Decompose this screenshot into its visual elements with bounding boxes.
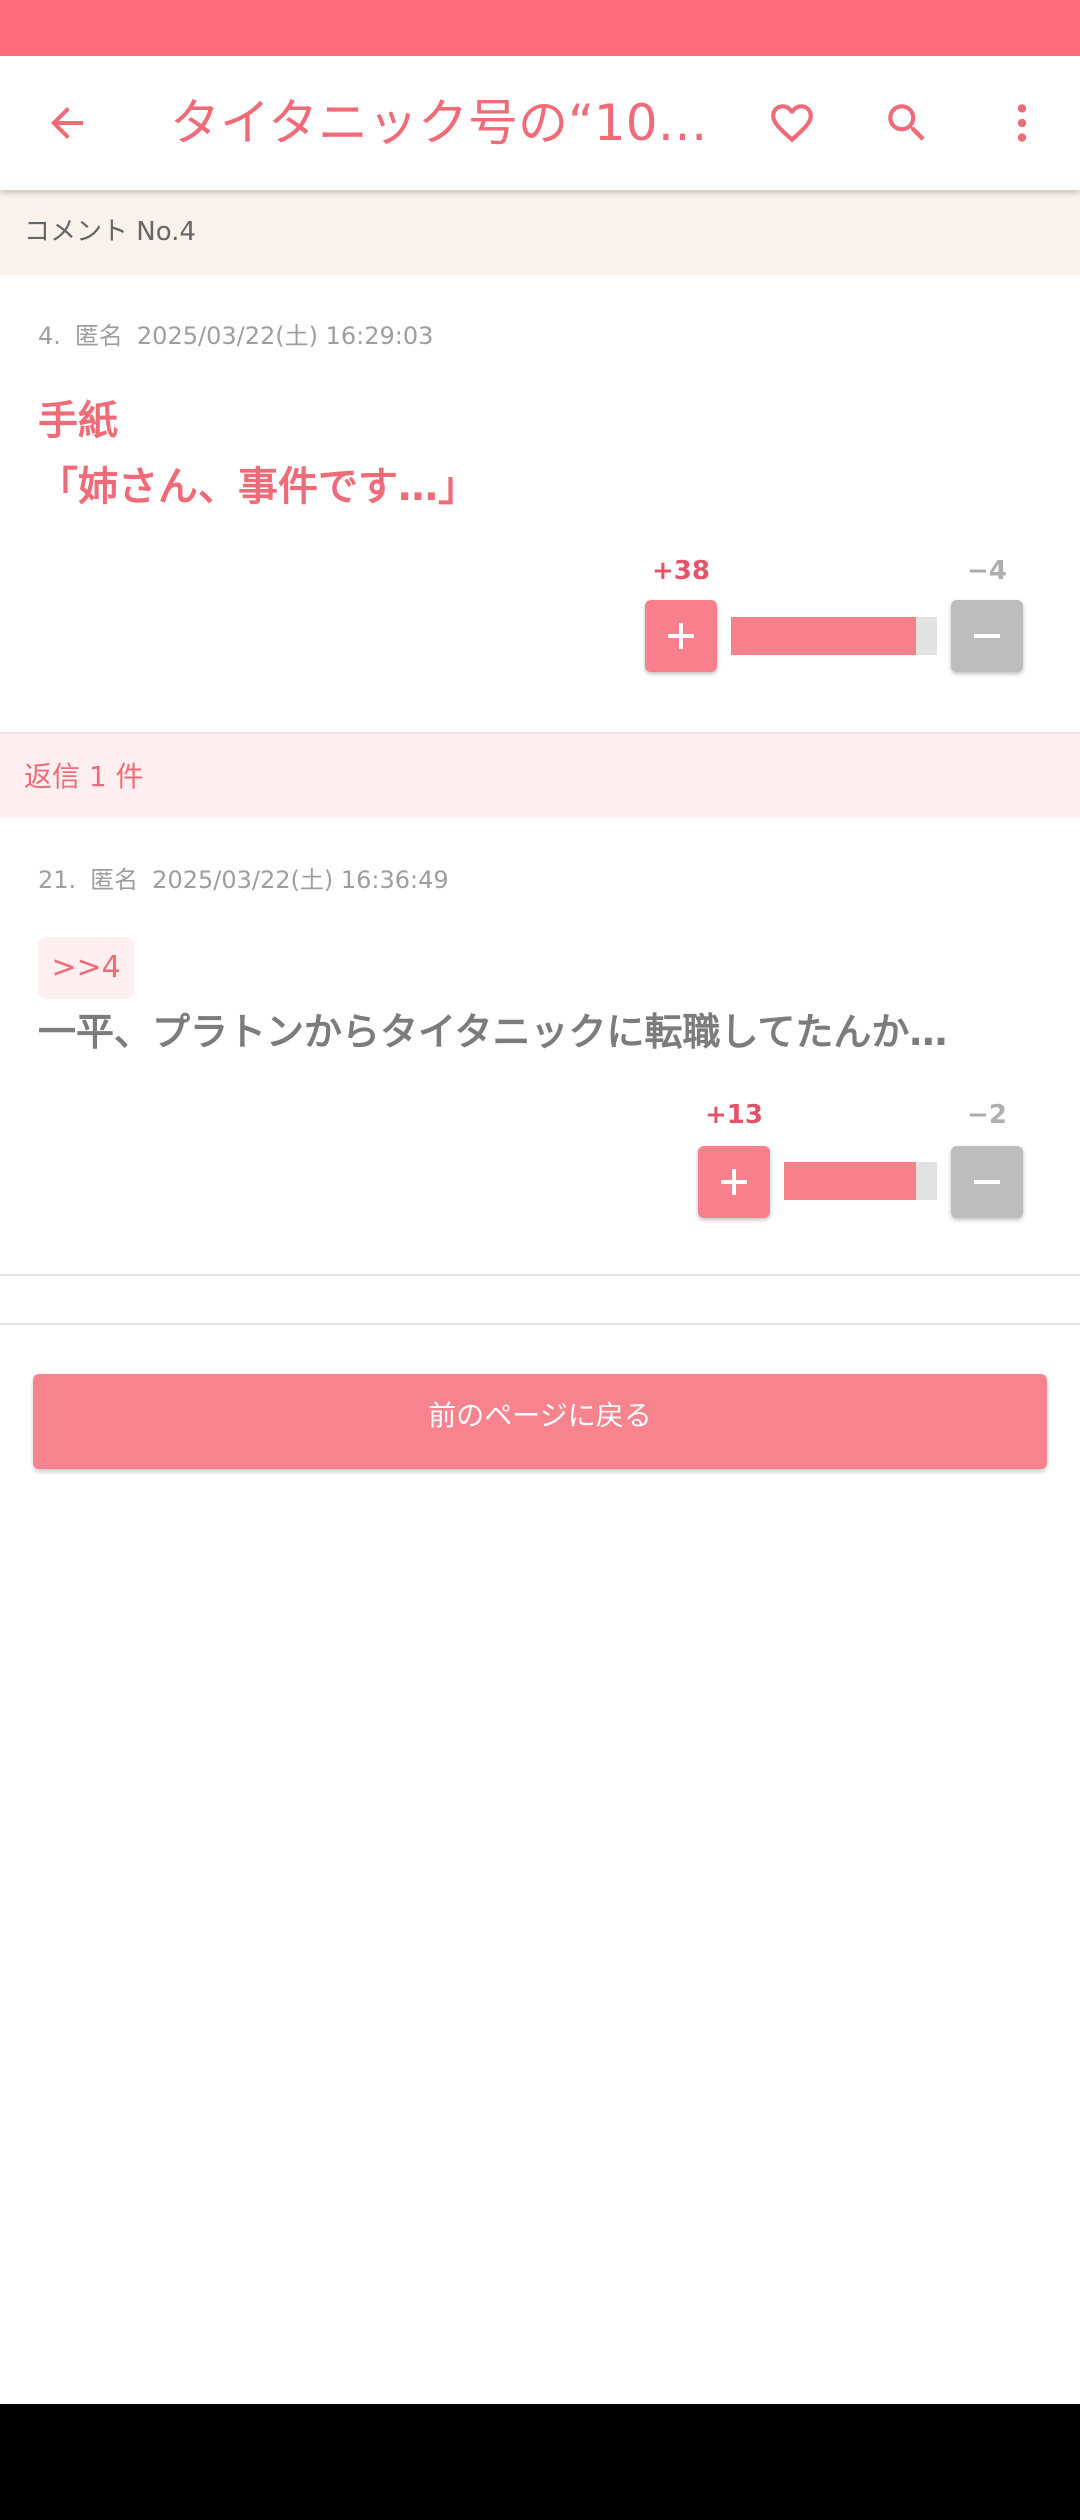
back-to-previous-page-button[interactable]: 前のページに戻る <box>33 1374 1047 1469</box>
heart-outline-icon <box>771 104 813 143</box>
vote-ratio-bar <box>784 1162 937 1200</box>
search-icon <box>888 104 925 141</box>
vote-ratio-bar <box>731 617 937 655</box>
arrow-back-icon <box>51 107 83 139</box>
plus-vote-button[interactable] <box>698 1146 770 1218</box>
reply-body: 一平、プラトンからタイタニックに転職してたんか… <box>38 1010 948 1054</box>
reply-datetime: 2025/03/22(土) 16:36:49 <box>152 866 449 894</box>
reply-author: 匿名 <box>90 866 139 894</box>
divider <box>0 1274 1080 1276</box>
comment-author: 匿名 <box>74 322 123 350</box>
status-bar <box>0 0 1080 56</box>
divider <box>0 1323 1080 1325</box>
plus-count: +13 <box>705 1100 763 1130</box>
more-options-button[interactable] <box>983 84 1061 162</box>
app-bar: タイタニック号の“10代… <box>0 56 1080 190</box>
favorite-button[interactable] <box>753 84 831 162</box>
plus-icon <box>721 1169 747 1195</box>
minus-vote-button[interactable] <box>951 1146 1023 1218</box>
plus-count: +38 <box>652 556 710 586</box>
back-button[interactable] <box>28 84 106 162</box>
comment-body-line: 「姉さん、事件です…」 <box>38 464 478 510</box>
comment-number-header: コメント No.4 <box>0 190 1080 275</box>
minus-vote-button[interactable] <box>951 600 1023 672</box>
comment-meta: 4. 匿名 2025/03/22(土) 16:29:03 <box>38 316 447 351</box>
replies-header: 返信 1 件 <box>0 732 1080 818</box>
plus-vote-button[interactable] <box>645 600 717 672</box>
reply-anchor-link[interactable]: >>4 <box>38 937 134 999</box>
comment-number: 4. <box>38 322 61 350</box>
minus-icon <box>974 634 1000 638</box>
page-title: タイタニック号の“10代… <box>170 94 710 152</box>
minus-count: −4 <box>967 556 1007 586</box>
vote-ratio-fill <box>731 617 917 655</box>
comment-datetime: 2025/03/22(土) 16:29:03 <box>136 322 434 350</box>
comment-body: 手紙 「姉さん、事件です…」 <box>38 388 478 520</box>
system-navigation-bar <box>0 2404 1080 2520</box>
reply-number: 21. <box>38 866 77 894</box>
minus-icon <box>974 1180 1000 1184</box>
minus-count: −2 <box>967 1100 1007 1130</box>
vote-ratio-fill <box>784 1162 916 1200</box>
plus-icon <box>668 623 694 649</box>
more-vert-icon <box>1017 104 1027 142</box>
comment-body-line: 手紙 <box>38 398 118 444</box>
search-button[interactable] <box>868 84 946 162</box>
reply-meta: 21. 匿名 2025/03/22(土) 16:36:49 <box>38 860 463 895</box>
